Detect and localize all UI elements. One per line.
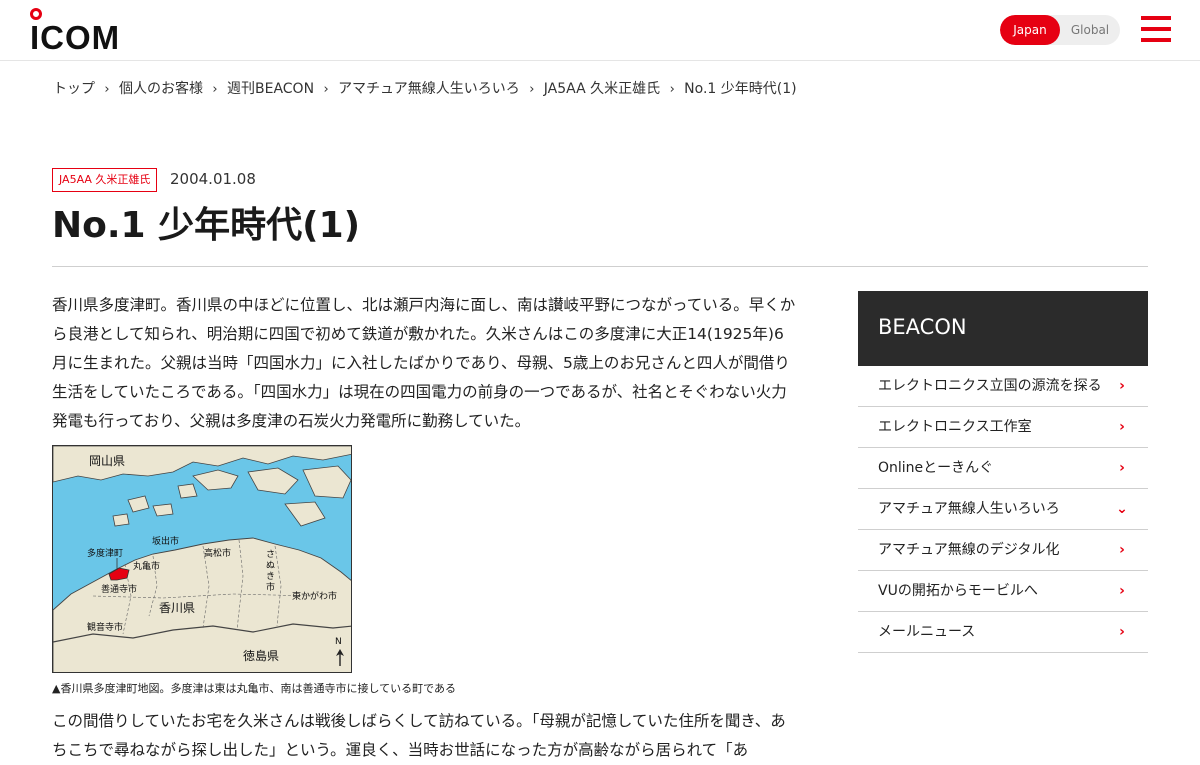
chevron-right-icon: › [1119, 542, 1125, 558]
hamburger-menu-icon[interactable] [1141, 16, 1171, 42]
breadcrumb-current: No.1 少年時代(1) [684, 81, 797, 97]
chevron-right-icon: › [104, 82, 110, 97]
breadcrumb-series[interactable]: アマチュア無線人生いろいろ [338, 78, 520, 98]
sidebar-item-amateur-radio-life[interactable]: アマチュア無線人生いろいろ ⌄ [858, 489, 1148, 530]
breadcrumb-beacon[interactable]: 週刊BEACON [227, 78, 314, 98]
map-label-takamatsu: 高松市 [204, 549, 232, 559]
chevron-down-icon: ⌄ [1116, 501, 1128, 517]
sidebar-item-mail-news[interactable]: メールニュース › [858, 612, 1148, 653]
breadcrumb-personal[interactable]: 個人のお客様 [119, 78, 203, 98]
region-global-button[interactable]: Global [1060, 15, 1120, 45]
sidebar-item-label: エレクトロニクス工作室 [878, 419, 1032, 435]
chevron-right-icon: › [669, 82, 675, 97]
title-divider [52, 266, 1148, 267]
logo-text: ICOM [30, 19, 121, 56]
sidebar-item-electronics-origin[interactable]: エレクトロニクス立国の源流を探る › [858, 366, 1148, 407]
sidebar-item-vu-mobile[interactable]: VUの開拓からモービルへ › [858, 571, 1148, 612]
chevron-right-icon: › [1119, 378, 1125, 394]
kagawa-map-image: 岡山県 多度津町 坂出市 高松市 さぬき市 丸亀市 善通寺市 香川県 東かがわ市… [52, 445, 352, 673]
sidebar-item-label: VUの開拓からモービルへ [878, 583, 1038, 599]
region-switch: Japan Global [1000, 15, 1120, 45]
north-arrow-icon: N [335, 637, 342, 647]
author-tag[interactable]: JA5AA 久米正雄氏 [52, 168, 158, 192]
map-label-kanonji: 観音寺市 [87, 623, 124, 633]
sidebar-title: BEACON [858, 291, 1148, 366]
breadcrumb: トップ › 個人のお客様 › 週刊BEACON › アマチュア無線人生いろいろ › JA5AA … [53, 78, 797, 98]
article-paragraph-2: この間借りしていたお宅を久米さんは戦後しばらくして訪ねている。「母親が記憶してい… [52, 712, 786, 759]
chevron-right-icon: › [1119, 624, 1125, 640]
map-label-higashikagawa: 東かがわ市 [292, 592, 338, 602]
sidebar-item-label: アマチュア無線人生いろいろ [878, 501, 1060, 517]
sidebar-item-label: アマチュア無線のデジタル化 [878, 542, 1060, 558]
beacon-sidebar: BEACON エレクトロニクス立国の源流を探る › エレクトロニクス工作室 › … [858, 291, 1148, 653]
map-caption: ▲香川県多度津町地図。多度津は東は丸亀市、南は善通寺市に接している町である [52, 682, 457, 695]
chevron-right-icon: › [1119, 583, 1125, 599]
map-label-kagawa: 香川県 [159, 601, 196, 615]
map-label-marugame: 丸亀市 [133, 562, 161, 572]
breadcrumb-author[interactable]: JA5AA 久米正雄氏 [544, 78, 660, 98]
chevron-right-icon: › [323, 82, 329, 97]
icom-logo[interactable]: ICOM [30, 8, 122, 56]
sidebar-item-electronics-workshop[interactable]: エレクトロニクス工作室 › [858, 407, 1148, 448]
sidebar-item-label: Onlineとーきんぐ [878, 460, 994, 476]
region-japan-button[interactable]: Japan [1000, 15, 1060, 45]
chevron-right-icon: › [1119, 419, 1125, 435]
sidebar-item-label: メールニュース [878, 624, 976, 640]
chevron-right-icon: › [212, 82, 218, 97]
map-label-zentsuji: 善通寺市 [101, 585, 138, 595]
sidebar-item-online-talking[interactable]: Onlineとーきんぐ › [858, 448, 1148, 489]
map-label-sakaide: 坂出市 [152, 537, 180, 547]
sidebar-item-digital-amateur-radio[interactable]: アマチュア無線のデジタル化 › [858, 530, 1148, 571]
map-label-sanuki: さぬき市 [266, 550, 276, 593]
chevron-right-icon: › [529, 82, 535, 97]
chevron-right-icon: › [1119, 460, 1125, 476]
sidebar-item-label: エレクトロニクス立国の源流を探る [878, 378, 1102, 394]
map-label-tadotsu: 多度津町 [87, 549, 124, 559]
article-date: 2004.01.08 [170, 170, 256, 188]
article-paragraph-1: 香川県多度津町。香川県の中ほどに位置し、北は瀬戸内海に面し、南は讃岐平野につなが… [52, 296, 796, 430]
site-header: ICOM Japan Global [0, 0, 1200, 61]
map-label-tokushima: 徳島県 [243, 649, 280, 663]
breadcrumb-top[interactable]: トップ [53, 78, 95, 98]
page-title: No.1 少年時代(1) [52, 205, 361, 246]
map-label-okayama: 岡山県 [89, 454, 126, 468]
